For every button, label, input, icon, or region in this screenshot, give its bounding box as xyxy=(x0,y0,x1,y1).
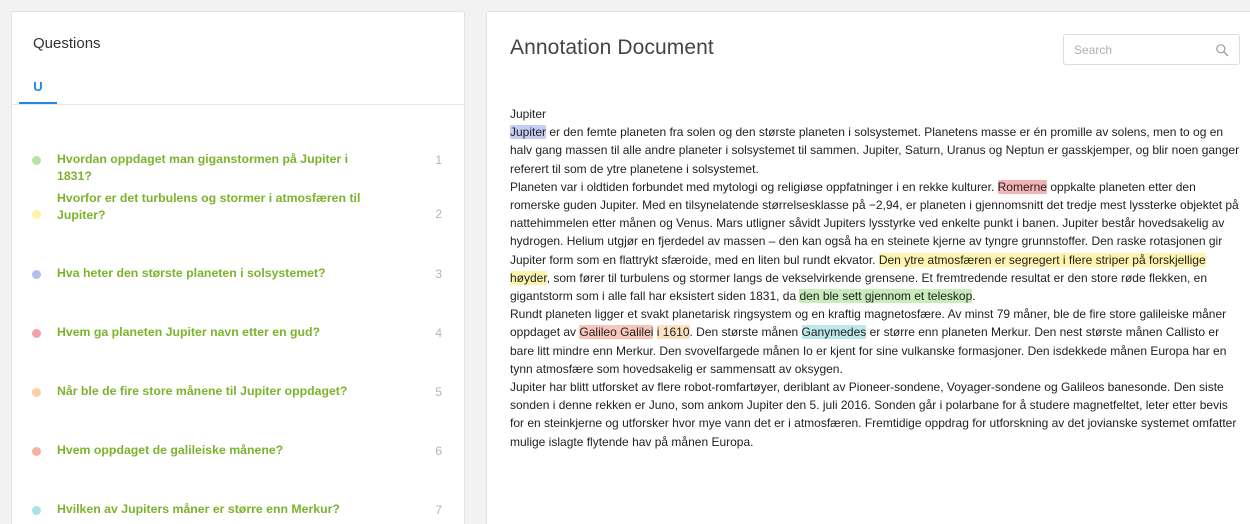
question-text: Hvem oppdaget de galileiske månene? xyxy=(57,443,284,457)
search-icon[interactable] xyxy=(1215,43,1229,57)
question-text: Hvorfor er det turbulens og stormer i at… xyxy=(57,191,361,222)
document-paragraph: Rundt planeten ligger et svakt planetari… xyxy=(510,305,1245,378)
question-text: Hva heter den største planeten i solsyst… xyxy=(57,266,326,280)
question-number: 6 xyxy=(435,444,442,458)
questions-panel: Questions U Hvordan oppdaget man giganst… xyxy=(11,11,465,524)
question-number: 7 xyxy=(435,503,442,517)
question-color-dot xyxy=(32,209,41,219)
document-heading: Jupiter xyxy=(510,107,547,121)
document-panel: Annotation Document Jupiter Jupiter er d… xyxy=(486,11,1250,524)
annotation-highlight[interactable]: den ble sett gjennom et teleskop xyxy=(799,289,973,304)
document-paragraph: Planeten var i oldtiden forbundet med my… xyxy=(510,178,1245,305)
document-text: . xyxy=(972,289,976,304)
document-text: er den femte planeten fra solen og den s… xyxy=(510,125,1240,176)
question-color-dot xyxy=(32,387,41,397)
document-title: Annotation Document xyxy=(510,36,714,59)
questions-title: Questions xyxy=(33,35,101,52)
question-color-dot xyxy=(32,505,41,515)
question-text: Hvordan oppdaget man giganstormen på Jup… xyxy=(57,152,349,183)
question-item[interactable]: Hvem oppdaget de galileiske månene? 6 xyxy=(12,436,464,466)
tab-divider xyxy=(12,104,464,105)
question-item[interactable]: Hvilken av Jupiters måner er større enn … xyxy=(12,495,464,524)
question-item[interactable]: Når ble de fire store månene til Jupiter… xyxy=(12,377,464,407)
document-paragraph: Jupiter er den femte planeten fra solen … xyxy=(510,123,1245,178)
question-number: 5 xyxy=(435,385,442,399)
document-body: Jupiter Jupiter er den femte planeten fr… xyxy=(510,105,1245,451)
question-color-dot xyxy=(32,269,41,279)
document-paragraph: Jupiter har blitt utforsket av flere rob… xyxy=(510,378,1245,451)
question-text: Når ble de fire store månene til Jupiter… xyxy=(57,384,348,398)
annotation-highlight[interactable]: Romerne xyxy=(997,179,1047,194)
annotation-highlight[interactable]: Jupiter xyxy=(510,125,547,140)
question-color-dot xyxy=(32,446,41,456)
question-text: Hvilken av Jupiters måner er større enn … xyxy=(57,502,340,516)
question-item[interactable]: Hvordan oppdaget man giganstormen på Jup… xyxy=(12,145,464,183)
question-item[interactable]: Hvorfor er det turbulens og stormer i at… xyxy=(12,190,464,238)
question-item[interactable]: Hvem ga planeten Jupiter navn etter en g… xyxy=(12,318,464,348)
question-number: 3 xyxy=(435,267,442,281)
tab-u[interactable]: U xyxy=(19,79,57,104)
question-color-dot xyxy=(32,328,41,338)
question-color-dot xyxy=(32,155,41,165)
document-text: . Den største månen xyxy=(689,325,802,340)
question-number: 2 xyxy=(435,207,442,221)
document-text: Jupiter har blitt utforsket av flere rob… xyxy=(510,380,1237,449)
annotation-highlight[interactable]: Ganymedes xyxy=(801,325,867,340)
search-input[interactable] xyxy=(1065,36,1205,63)
question-item[interactable]: Hva heter den største planeten i solsyst… xyxy=(12,259,464,289)
question-number: 4 xyxy=(435,326,442,340)
document-text: Planeten var i oldtiden forbundet med my… xyxy=(510,179,998,194)
search-box xyxy=(1063,34,1240,65)
annotation-highlight[interactable]: Galileo Galilei xyxy=(579,325,654,340)
question-number: 1 xyxy=(435,153,442,167)
question-text: Hvem ga planeten Jupiter navn etter en g… xyxy=(57,325,321,339)
annotation-highlight[interactable]: i 1610 xyxy=(656,325,690,340)
